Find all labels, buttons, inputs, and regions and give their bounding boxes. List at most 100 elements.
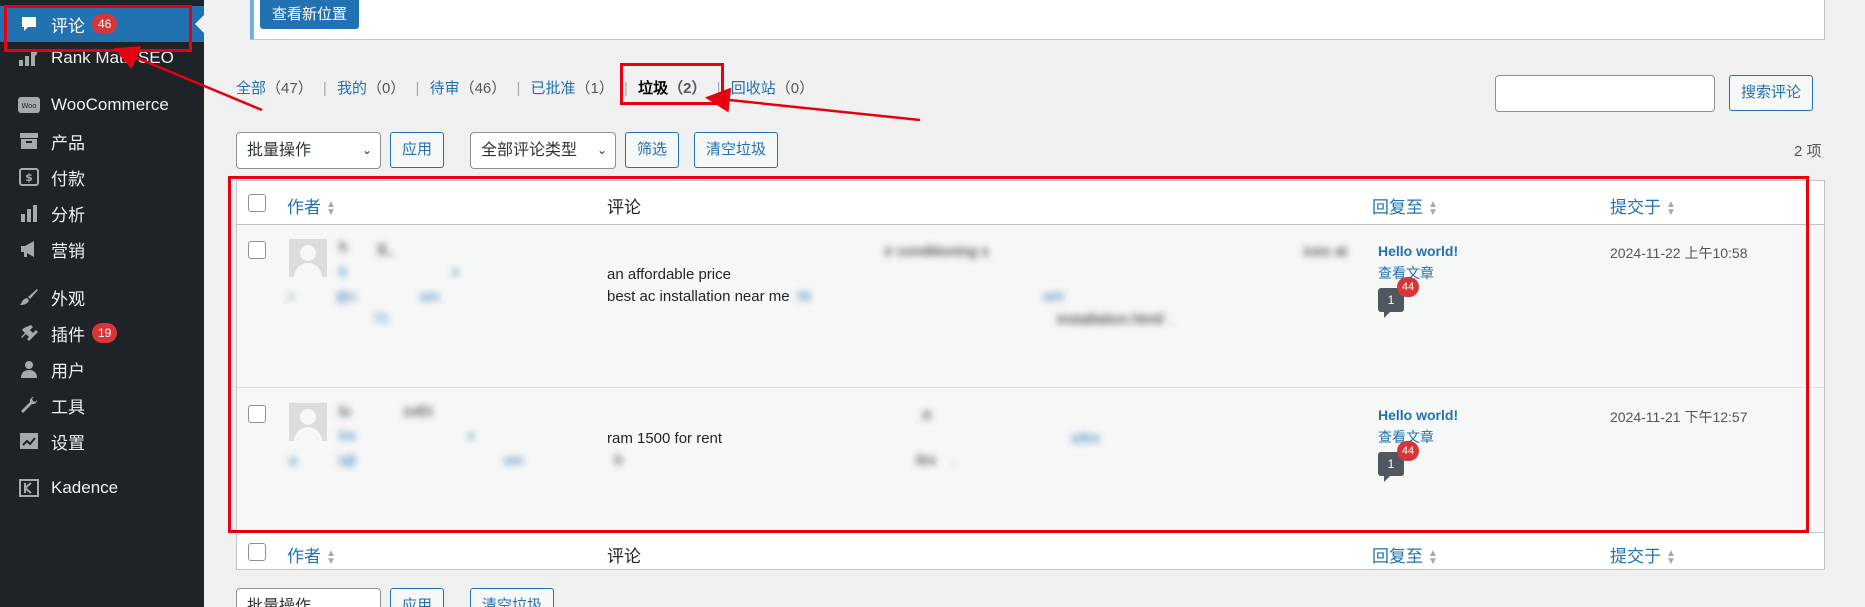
sidebar-item-woocommerce[interactable]: Woo WooCommerce: [0, 87, 204, 123]
column-response-footer[interactable]: 回复至 ▲ ▼: [1372, 542, 1438, 567]
sidebar-item-users[interactable]: 用户: [0, 351, 204, 387]
money-icon: $: [16, 166, 42, 188]
admin-sidebar: 评论 46 Rank Math SEO Woo WooCommerce 产品 $…: [0, 0, 204, 607]
sidebar-item-payments[interactable]: $ 付款: [0, 159, 204, 195]
settings-icon: [16, 430, 42, 452]
column-author-footer[interactable]: 作者 ▲ ▼: [287, 542, 336, 567]
comment-text-line: an affordable price: [607, 266, 731, 283]
column-author[interactable]: 作者 ▲ ▼: [287, 193, 336, 218]
bulk-actions-select-bottom[interactable]: 批量操作 ⌄: [236, 588, 381, 607]
column-response[interactable]: 回复至 ▲ ▼: [1372, 193, 1438, 218]
sort-icon: ▲ ▼: [1428, 547, 1438, 567]
comment-text-line: ir conditioning s ices at: [607, 243, 1348, 260]
pending-count-badge: 44: [1397, 277, 1419, 297]
column-comment-footer: 评论: [607, 547, 641, 566]
filter-button[interactable]: 筛选: [625, 132, 680, 168]
sidebar-item-label: 分析: [51, 205, 85, 225]
megaphone-icon: [16, 238, 42, 260]
comments-count-badge: 46: [92, 14, 118, 34]
sidebar-item-plugins[interactable]: 插件 19: [0, 315, 204, 351]
sidebar-item-label: 工具: [51, 397, 85, 417]
sidebar-item-settings[interactable]: 设置: [0, 423, 204, 459]
sidebar-item-products[interactable]: 产品: [0, 123, 204, 159]
comment-text-line: h /trx .: [607, 452, 956, 469]
table-header: 作者 ▲ ▼ 评论 回复至 ▲ ▼ 提交于 ▲ ▼: [237, 181, 1824, 225]
view-new-location-button[interactable]: 查看新位置: [260, 0, 360, 29]
comment-status-filters: 全部（47） | 我的（0） | 待审（46） | 已批准（1） | 垃圾（2）…: [236, 80, 815, 97]
svg-text:Woo: Woo: [21, 102, 36, 110]
sidebar-item-marketing[interactable]: 营销: [0, 231, 204, 267]
sidebar-item-rank-math[interactable]: Rank Math SEO: [0, 40, 204, 76]
author-email[interactable]: r @c om: [289, 288, 439, 304]
sidebar-item-label: 外观: [51, 289, 85, 309]
sidebar-item-kadence[interactable]: Kadence: [0, 470, 204, 506]
response-post-title[interactable]: Hello world!: [1378, 407, 1458, 423]
search-input[interactable]: [1495, 75, 1715, 112]
sidebar-item-label: WooCommerce: [51, 95, 169, 114]
column-submitted-footer[interactable]: 提交于 ▲ ▼: [1610, 542, 1676, 567]
arrow-to-spam-filter: [705, 87, 921, 122]
author-ip[interactable]: 71: [289, 310, 389, 326]
filter-spam[interactable]: 垃圾（2）: [638, 80, 706, 97]
apply-button[interactable]: 应用: [390, 132, 445, 168]
author-email[interactable]: a t@ om: [289, 452, 523, 468]
author-url[interactable]: b x: [339, 263, 459, 279]
comment-link[interactable]: s/trx: [726, 430, 1099, 447]
svg-text:$: $: [25, 171, 33, 184]
submitted-date[interactable]: 2024-11-22 上午10:58: [1610, 243, 1748, 263]
wrench-icon: [16, 394, 42, 416]
pending-count-badge: 44: [1397, 441, 1419, 461]
sidebar-item-label: 插件: [51, 325, 85, 345]
author-url[interactable]: tra x: [339, 427, 474, 443]
chevron-down-icon: ⌄: [596, 143, 607, 157]
search-comments-button[interactable]: 搜索评论: [1729, 75, 1814, 111]
sidebar-item-analytics[interactable]: 分析: [0, 195, 204, 231]
bulk-actions-select[interactable]: 批量操作 ⌄: [236, 132, 381, 169]
user-icon: [16, 358, 42, 380]
response-post-title[interactable]: Hello world!: [1378, 243, 1458, 259]
filter-mine[interactable]: 我的（0）: [337, 80, 405, 97]
empty-spam-button[interactable]: 清空垃圾: [694, 132, 779, 168]
author-ip[interactable]: [289, 474, 380, 490]
filter-trash[interactable]: 回收站（0）: [731, 80, 814, 97]
filter-approved[interactable]: 已批准（1）: [531, 80, 614, 97]
author-name: lu zxEt: [339, 403, 433, 420]
comment-text-line: rt: [607, 407, 932, 424]
submitted-date[interactable]: 2024-11-21 下午12:57: [1610, 407, 1748, 427]
filter-all[interactable]: 全部（47）: [236, 80, 313, 97]
comment-text-line: best ac installation near me ht om: [607, 288, 1064, 305]
sidebar-item-appearance[interactable]: 外观: [0, 279, 204, 315]
comment-text-line: ram 1500 for rent s/trx: [607, 430, 1100, 447]
sidebar-item-label: Rank Math SEO: [51, 48, 174, 67]
avatar: [289, 403, 327, 441]
sort-icon: ▲ ▼: [1666, 547, 1676, 567]
sort-icon: ▲ ▼: [326, 547, 336, 567]
avatar: [289, 239, 327, 277]
archive-icon: [16, 130, 42, 152]
plugins-count-badge: 19: [92, 323, 118, 343]
comment-type-select[interactable]: 全部评论类型 ⌄: [470, 132, 616, 169]
empty-spam-button-bottom[interactable]: 清空垃圾: [470, 588, 555, 607]
row-checkbox[interactable]: [248, 405, 266, 423]
filter-pending[interactable]: 待审（46）: [430, 80, 507, 97]
notice-box: [250, 0, 1825, 40]
table-footer: 作者 ▲ ▼ 评论 回复至 ▲ ▼ 提交于 ▲ ▼: [237, 532, 1824, 571]
kadence-icon: [16, 477, 42, 499]
table-row: h g_ b x r @c om 71 ir conditioning s ic…: [237, 225, 1824, 388]
chevron-down-icon: ⌄: [361, 143, 372, 157]
apply-button-bottom[interactable]: 应用: [390, 588, 445, 607]
brush-icon: [16, 286, 42, 308]
comments-table: 作者 ▲ ▼ 评论 回复至 ▲ ▼ 提交于 ▲ ▼ h g_ b x r @c om 71 …: [236, 180, 1825, 570]
chevron-down-icon: ⌄: [361, 599, 372, 607]
row-checkbox[interactable]: [248, 241, 266, 259]
select-all-checkbox[interactable]: [248, 194, 266, 212]
chart-bar-icon: [16, 202, 42, 224]
comment-icon: [16, 13, 42, 35]
sidebar-item-tools[interactable]: 工具: [0, 387, 204, 423]
comment-link[interactable]: ht om: [798, 288, 1064, 305]
select-all-checkbox-footer[interactable]: [248, 543, 266, 561]
sidebar-item-comments[interactable]: 评论 46: [0, 6, 204, 42]
sort-icon: ▲ ▼: [326, 198, 336, 218]
sort-icon: ▲ ▼: [1428, 198, 1438, 218]
column-submitted[interactable]: 提交于 ▲ ▼: [1610, 193, 1676, 218]
